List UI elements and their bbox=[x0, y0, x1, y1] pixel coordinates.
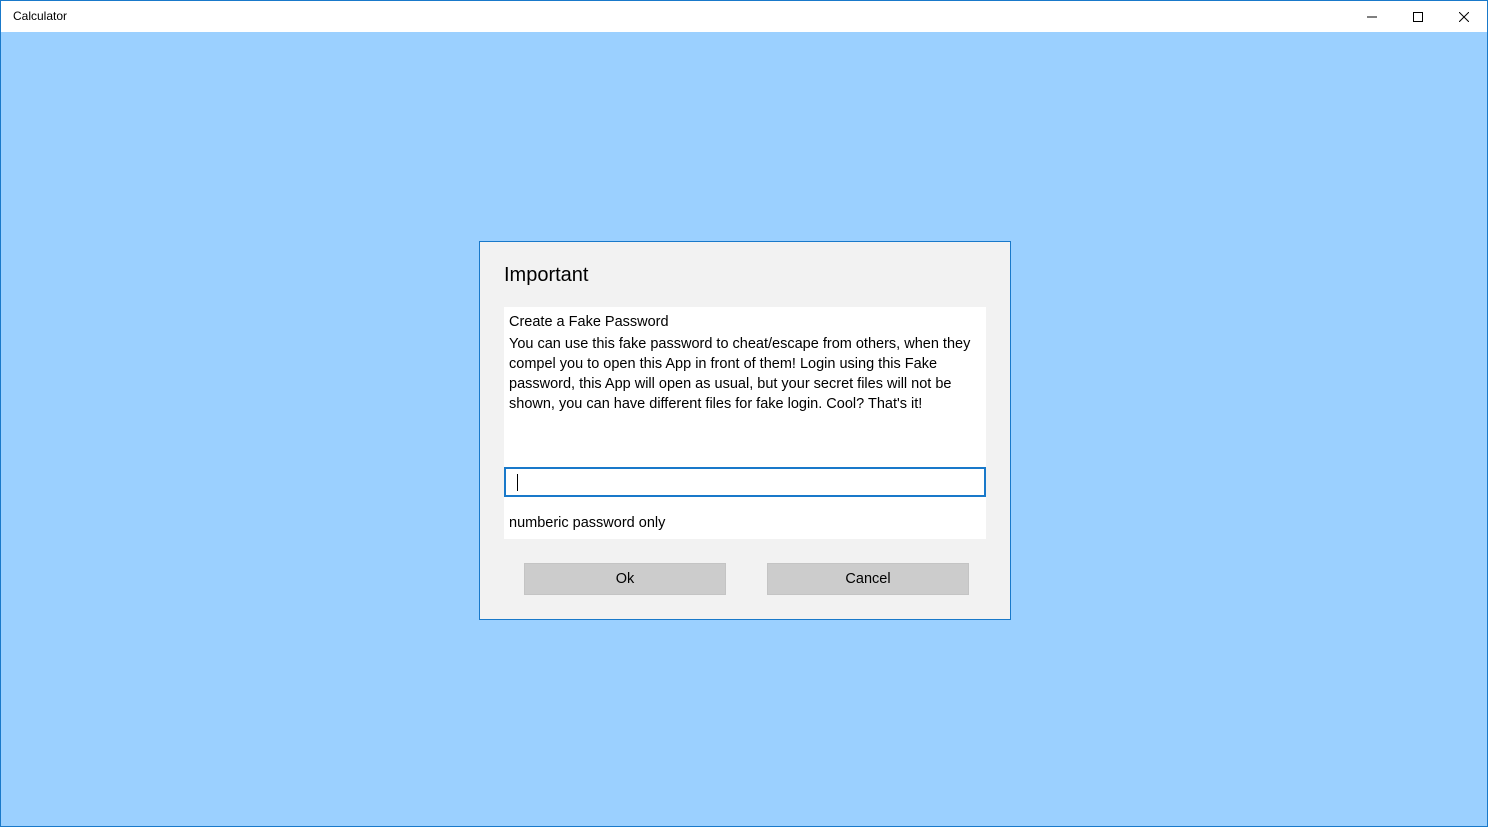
dialog-content-panel: Create a Fake Password You can use this … bbox=[504, 307, 986, 539]
app-window: Calculator Important Create a Fake Passw… bbox=[0, 0, 1488, 827]
maximize-icon bbox=[1413, 11, 1423, 22]
fake-password-dialog: Important Create a Fake Password You can… bbox=[479, 241, 1011, 620]
minimize-button[interactable] bbox=[1349, 1, 1395, 32]
text-caret bbox=[517, 474, 518, 491]
maximize-button[interactable] bbox=[1395, 1, 1441, 32]
dialog-title: Important bbox=[504, 264, 589, 286]
dialog-heading: Create a Fake Password bbox=[509, 314, 669, 330]
title-bar[interactable]: Calculator bbox=[1, 1, 1487, 32]
ok-button[interactable]: Ok bbox=[524, 563, 726, 595]
close-icon bbox=[1459, 11, 1469, 22]
fake-password-input[interactable] bbox=[504, 467, 986, 497]
close-button[interactable] bbox=[1441, 1, 1487, 32]
dialog-message: You can use this fake password to cheat/… bbox=[509, 336, 971, 412]
minimize-icon bbox=[1367, 12, 1377, 22]
window-title: Calculator bbox=[13, 9, 68, 23]
cancel-button[interactable]: Cancel bbox=[767, 563, 969, 595]
password-hint: numberic password only bbox=[509, 515, 666, 531]
